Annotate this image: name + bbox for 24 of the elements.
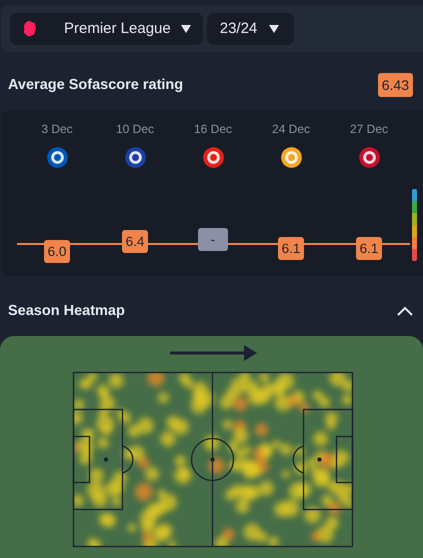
club-crest-icon[interactable]: [46, 146, 68, 169]
season-dropdown[interactable]: 23/24: [206, 12, 294, 44]
section-title: Season Heatmap: [8, 303, 125, 319]
match-rating-badge[interactable]: 6.0: [44, 240, 70, 263]
match-rating-badge[interactable]: -: [198, 228, 228, 251]
rating-scale-bar: [412, 189, 417, 261]
match-rating-badge[interactable]: 6.4: [122, 230, 148, 253]
average-rating-badge: 6.43: [378, 73, 413, 97]
caret-icon: [180, 24, 191, 32]
match-date: 24 Dec: [272, 122, 310, 136]
caret-icon: [269, 24, 280, 32]
club-crest-icon[interactable]: [124, 146, 146, 169]
match-rating-badge[interactable]: 6.1: [356, 237, 382, 260]
section-title: Average Sofascore rating: [8, 77, 184, 93]
match-date: 16 Dec: [194, 122, 232, 136]
match-rating-badge[interactable]: 6.1: [278, 237, 304, 260]
match-date: 27 Dec: [350, 122, 388, 136]
chevron-icon[interactable]: [397, 306, 413, 316]
club-crest-icon[interactable]: [202, 146, 224, 169]
club-crest-icon[interactable]: [280, 146, 302, 169]
match-date: 3 Dec: [41, 122, 73, 136]
league-dropdown[interactable]: Premier League: [10, 12, 203, 44]
match-date: 10 Dec: [116, 122, 154, 136]
club-crest-icon[interactable]: [358, 146, 380, 169]
